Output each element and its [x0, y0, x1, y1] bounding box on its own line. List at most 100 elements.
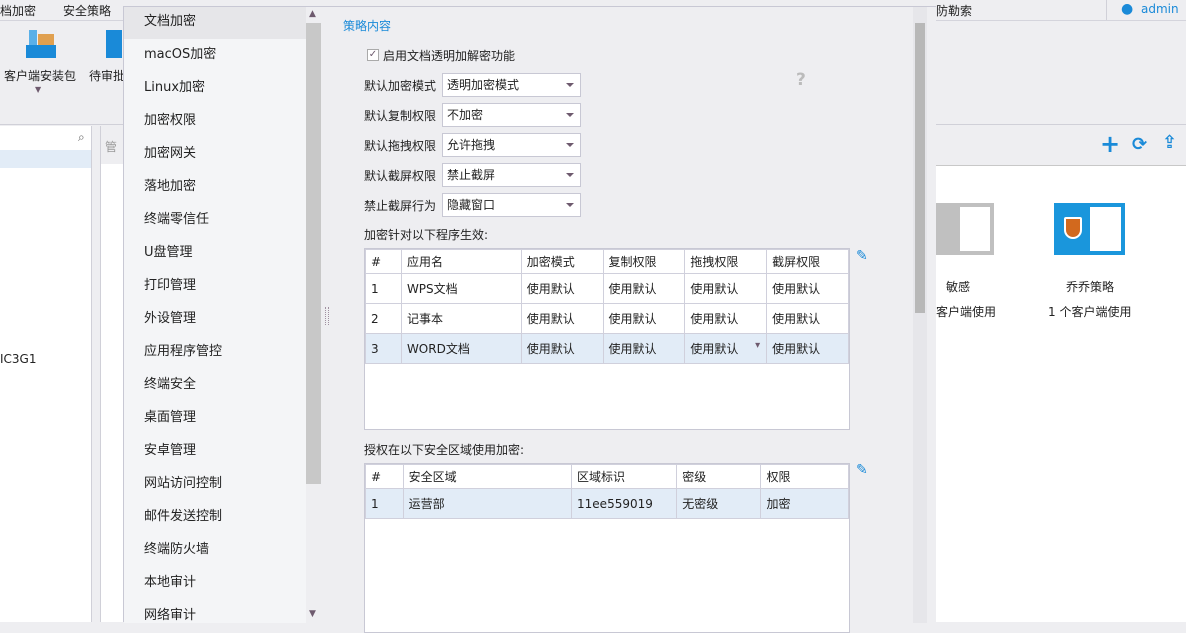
table-cell: 1	[365, 273, 402, 304]
field-value: 不加密	[447, 108, 484, 122]
chevron-down-icon	[566, 113, 574, 117]
policy-card-icon-sensitive[interactable]	[936, 203, 994, 255]
nav-item[interactable]: macOS加密	[124, 40, 306, 72]
tree-selected-row[interactable]	[0, 150, 91, 168]
add-icon[interactable]: +	[1100, 130, 1120, 158]
help-icon[interactable]: ?	[796, 70, 806, 90]
zones-label: 授权在以下安全区域使用加密:	[364, 443, 525, 457]
policy-usage: 客户端使用	[936, 305, 997, 319]
content-scrollbar-thumb[interactable]	[915, 23, 925, 313]
field-label: 默认拖拽权限	[364, 139, 437, 153]
field-select[interactable]: 透明加密模式	[442, 73, 581, 97]
table-cell: 使用默认	[766, 273, 849, 304]
table-cell: 3	[365, 333, 402, 364]
nav-item[interactable]: 终端零信任	[124, 205, 306, 237]
enable-checkbox[interactable]: ✓	[367, 49, 379, 61]
column-header[interactable]: 截屏权限	[766, 249, 849, 274]
policy-name[interactable]: 敏感	[946, 278, 970, 295]
menu-doc-encrypt[interactable]: 档加密	[0, 2, 36, 19]
policy-usage: 1 个客户端使用	[1048, 305, 1132, 319]
table-cell: 1	[365, 488, 404, 519]
nav-item[interactable]: 网站访问控制	[124, 469, 306, 501]
nav-item[interactable]: 邮件发送控制	[124, 502, 306, 534]
table-cell: 使用默认	[520, 303, 604, 334]
nav-item[interactable]: Linux加密	[124, 73, 306, 105]
nav-item[interactable]: 安卓管理	[124, 436, 306, 468]
menu-anti-ransom[interactable]: 防勒索	[936, 2, 972, 19]
column-header[interactable]: 复制权限	[602, 249, 686, 274]
chevron-down-icon	[566, 143, 574, 147]
field-value: 禁止截屏	[447, 168, 496, 182]
nav-item[interactable]: 落地加密	[124, 172, 306, 204]
installer-package-button[interactable]: 客户端安装包	[4, 67, 76, 84]
policy-card-icon-qiaoqiao[interactable]	[1054, 203, 1125, 255]
table-row[interactable]: 1 运营部 11ee559019 无密级 加密	[365, 488, 849, 519]
nav-item[interactable]: 应用程序管控	[124, 337, 306, 369]
menu-security-policy[interactable]: 安全策略	[63, 2, 111, 19]
edit-zones-icon[interactable]: ✎	[856, 462, 868, 478]
nav-scrollbar[interactable]: ▲ ▼	[306, 7, 321, 623]
pending-approval-button[interactable]: 待审批	[89, 67, 123, 84]
table-cell: 使用默认	[766, 303, 849, 334]
edit-programs-icon[interactable]: ✎	[856, 248, 868, 264]
field-value: 透明加密模式	[447, 78, 520, 92]
content-scrollbar[interactable]	[913, 7, 927, 623]
chevron-down-icon	[566, 203, 574, 207]
table-cell: 使用默认	[684, 303, 768, 334]
nav-item[interactable]: 本地审计	[124, 568, 306, 600]
table-row[interactable]: 3 WORD文档 使用默认 使用默认 使用默认 ▾ 使用默认	[365, 333, 849, 364]
table-cell: 运营部	[402, 488, 573, 519]
field-select[interactable]: 不加密	[442, 103, 581, 127]
splitter-handle[interactable]	[325, 307, 329, 325]
column-header[interactable]: 权限	[760, 464, 849, 489]
policy-name[interactable]: 乔乔策略	[1066, 278, 1114, 295]
nav-item[interactable]: 加密网关	[124, 139, 306, 171]
user-name: admin	[1141, 2, 1179, 16]
table-row[interactable]: 2 记事本 使用默认 使用默认 使用默认 使用默认	[365, 303, 849, 334]
policy-panel	[936, 126, 1186, 622]
column-header[interactable]: 加密模式	[520, 249, 604, 274]
table-cell: 2	[365, 303, 402, 334]
client-tree: ⌕ IC3G1	[0, 126, 92, 622]
table-cell: 加密	[760, 488, 849, 519]
column-header[interactable]: 密级	[676, 464, 762, 489]
user-menu[interactable]: ● admin	[1106, 0, 1186, 20]
nav-item[interactable]: 网络审计	[124, 601, 306, 633]
field-select[interactable]: 允许拖拽	[442, 133, 581, 157]
search-icon[interactable]: ⌕	[78, 130, 85, 145]
upload-icon[interactable]: ⇪	[1162, 132, 1177, 153]
table-cell: 使用默认	[684, 273, 768, 304]
chevron-down-icon[interactable]: ▼	[35, 85, 41, 94]
nav-item[interactable]: 打印管理	[124, 271, 306, 303]
nav-item[interactable]: 终端安全	[124, 370, 306, 402]
tree-item[interactable]: IC3G1	[0, 352, 37, 366]
field-label: 默认复制权限	[364, 109, 437, 123]
nav-item[interactable]: 文档加密	[124, 7, 306, 39]
field-value: 允许拖拽	[447, 138, 496, 152]
column-header[interactable]: #	[365, 464, 404, 489]
field-select[interactable]: 隐藏窗口	[442, 193, 581, 217]
column-header[interactable]: 应用名	[400, 249, 522, 274]
column-header[interactable]: 区域标识	[571, 464, 678, 489]
pending-approval-icon	[106, 30, 122, 58]
field-label: 默认截屏权限	[364, 169, 437, 183]
column-header[interactable]: #	[365, 249, 402, 274]
refresh-icon[interactable]: ⟳	[1132, 134, 1147, 155]
table-cell: 使用默认	[520, 273, 604, 304]
nav-item[interactable]: 外设管理	[124, 304, 306, 336]
nav-scrollbar-thumb[interactable]	[306, 23, 321, 484]
field-select[interactable]: 禁止截屏	[442, 163, 581, 187]
nav-item[interactable]: 桌面管理	[124, 403, 306, 435]
field-label: 默认加密模式	[364, 79, 437, 93]
column-header[interactable]: 拖拽权限	[684, 249, 768, 274]
zones-table: # 安全区域 区域标识 密级 权限 1 运营部 11ee559019 无密级 加密	[364, 463, 850, 633]
chevron-down-icon	[566, 83, 574, 87]
table-cell: 使用默认 ▾	[684, 333, 768, 364]
table-row[interactable]: 1 WPS文档 使用默认 使用默认 使用默认 使用默认	[365, 273, 849, 304]
chevron-down-icon[interactable]: ▾	[755, 340, 760, 351]
nav-item[interactable]: U盘管理	[124, 238, 306, 270]
nav-item[interactable]: 终端防火墙	[124, 535, 306, 567]
nav-item[interactable]: 加密权限	[124, 106, 306, 138]
column-header: 管	[105, 140, 118, 154]
column-header[interactable]: 安全区域	[402, 464, 573, 489]
